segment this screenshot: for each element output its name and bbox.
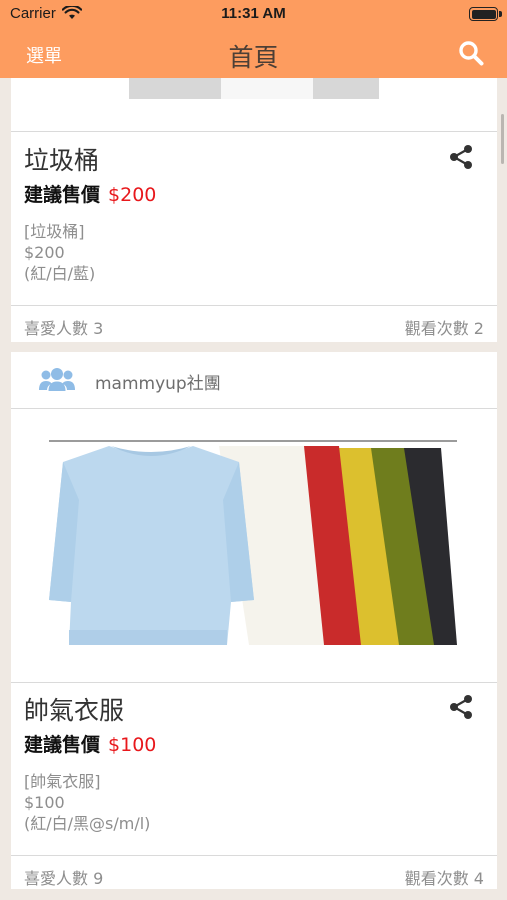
divider — [11, 305, 497, 306]
desc-line: $200 — [24, 243, 65, 262]
views-count: 觀看次數 2 — [404, 319, 484, 338]
likes-count: 喜愛人數 9 — [24, 869, 104, 888]
product-title: 帥氣衣服 — [24, 696, 125, 725]
battery-icon — [469, 7, 502, 21]
share-icon[interactable] — [448, 694, 474, 720]
post-card[interactable]: 垃圾桶 建議售價 $200 [垃圾桶] $200 (紅/白/藍) 喜愛人數 3 觀… — [11, 78, 497, 342]
group-header[interactable]: mammyup社團 — [11, 352, 497, 408]
product-photo[interactable] — [49, 440, 457, 650]
desc-line: $100 — [24, 793, 65, 812]
search-icon[interactable] — [457, 39, 485, 67]
desc-line: [垃圾桶] — [24, 222, 85, 241]
price-label: 建議售價 — [24, 184, 101, 206]
status-time: 11:31 AM — [221, 5, 286, 22]
price-value: $100 — [108, 734, 157, 756]
status-bar: Carrier 11:31 AM — [0, 0, 507, 28]
desc-line: [帥氣衣服] — [24, 772, 101, 791]
price-value: $200 — [108, 184, 157, 206]
price-row: 建議售價 $200 — [24, 180, 156, 207]
group-name[interactable]: mammyup社團 — [95, 369, 221, 394]
price-label: 建議售價 — [24, 734, 101, 756]
product-description: [垃圾桶] $200 (紅/白/藍) — [24, 221, 95, 284]
desc-line: (紅/白/藍) — [24, 264, 96, 283]
post-card[interactable]: mammyup社團 帥氣衣服 建議售價 $100 [帥氣衣服] $100 (紅/… — [11, 352, 497, 889]
price-row: 建議售價 $100 — [24, 730, 156, 757]
scrollbar[interactable] — [501, 114, 504, 164]
divider — [11, 682, 497, 683]
desc-line: (紅/白/黑@s/m/l) — [24, 814, 151, 833]
group-icon — [39, 368, 75, 391]
feed[interactable]: 垃圾桶 建議售價 $200 [垃圾桶] $200 (紅/白/藍) 喜愛人數 3 觀… — [0, 78, 507, 900]
product-description: [帥氣衣服] $100 (紅/白/黑@s/m/l) — [24, 771, 150, 834]
product-image[interactable] — [129, 78, 379, 99]
divider — [11, 855, 497, 856]
views-count: 觀看次數 4 — [404, 869, 484, 888]
product-title: 垃圾桶 — [24, 146, 100, 175]
likes-count: 喜愛人數 3 — [24, 319, 104, 338]
divider — [11, 408, 497, 409]
share-icon[interactable] — [448, 144, 474, 170]
navigation-bar: 選單 首頁 — [0, 28, 507, 78]
divider — [11, 131, 497, 132]
page-title: 首頁 — [228, 43, 279, 72]
